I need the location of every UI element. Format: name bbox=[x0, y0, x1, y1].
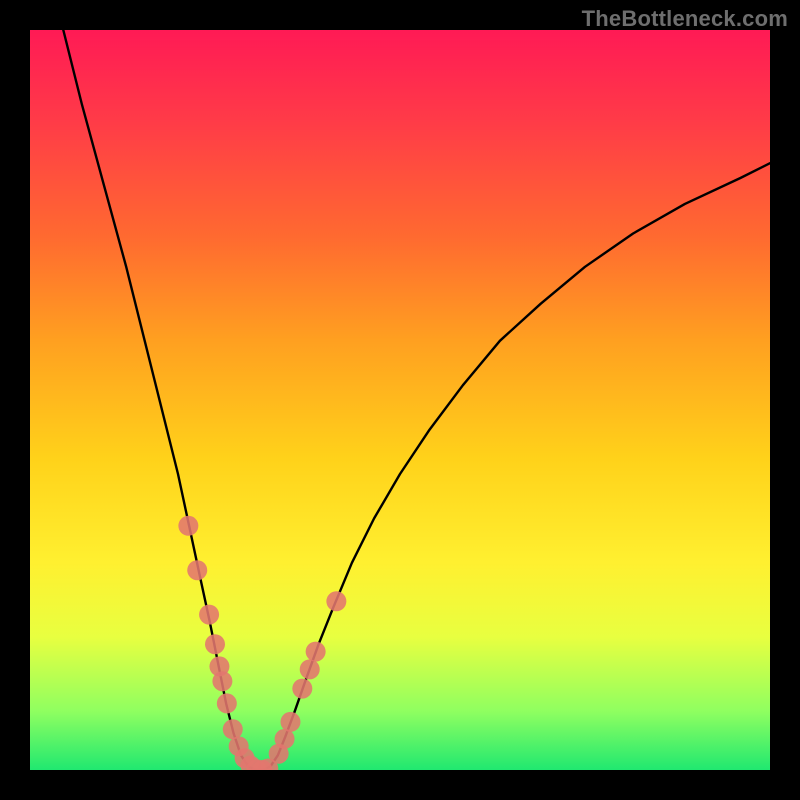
curve-marker bbox=[326, 591, 346, 611]
curve-marker bbox=[280, 712, 300, 732]
curve-marker bbox=[205, 634, 225, 654]
plot-area bbox=[30, 30, 770, 770]
curve-marker bbox=[300, 659, 320, 679]
curve-marker bbox=[187, 560, 207, 580]
curve-marker bbox=[199, 605, 219, 625]
curve-marker bbox=[223, 719, 243, 739]
chart-frame: TheBottleneck.com bbox=[0, 0, 800, 800]
curve-svg bbox=[30, 30, 770, 770]
series-lines bbox=[63, 30, 770, 770]
curve-marker bbox=[217, 693, 237, 713]
curve-marker bbox=[306, 642, 326, 662]
watermark-text: TheBottleneck.com bbox=[582, 6, 788, 32]
curve-marker bbox=[212, 671, 232, 691]
curve-marker bbox=[178, 516, 198, 536]
curve-marker bbox=[275, 729, 295, 749]
curve-marker bbox=[292, 679, 312, 699]
bottleneck-curve-path bbox=[63, 30, 770, 770]
series-markers bbox=[178, 516, 346, 770]
